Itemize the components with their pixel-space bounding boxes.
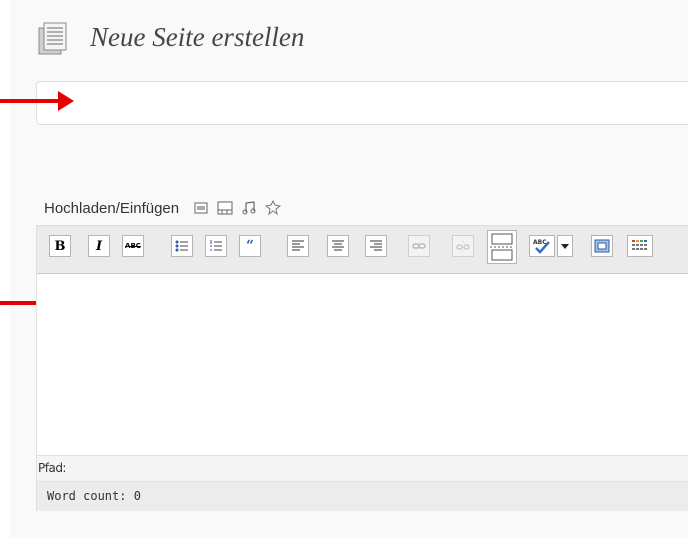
chevron-down-icon xyxy=(561,243,569,249)
bullet-list-button[interactable] xyxy=(171,235,193,257)
editor: B I ABC “ ABC Pfad: Word count: 0 xyxy=(36,225,688,511)
link-icon xyxy=(412,243,426,249)
bold-label: B xyxy=(54,238,66,254)
fullscreen-button[interactable] xyxy=(591,235,613,257)
page-title: Neue Seite erstellen xyxy=(90,22,305,52)
path-label: Pfad: xyxy=(38,461,66,475)
add-audio-icon[interactable] xyxy=(241,200,257,216)
numbered-list-button[interactable] xyxy=(205,235,227,257)
content-editor-area[interactable] xyxy=(37,274,688,455)
insert-more-button[interactable] xyxy=(487,230,517,264)
align-center-icon xyxy=(332,240,344,251)
blockquote-button[interactable]: “ xyxy=(239,235,261,257)
align-left-icon xyxy=(292,240,304,251)
align-center-button[interactable] xyxy=(327,235,349,257)
unlink-button[interactable] xyxy=(452,235,474,257)
path-bar: Pfad: xyxy=(37,455,688,481)
editor-toolbar: B I ABC “ ABC xyxy=(37,226,688,274)
strikethrough-button[interactable]: ABC xyxy=(122,235,144,257)
bullet-list-icon xyxy=(175,240,188,252)
page-icon xyxy=(38,22,68,56)
word-count: Word count: 0 xyxy=(37,481,688,511)
unlink-icon xyxy=(456,240,470,252)
spellcheck-dropdown[interactable] xyxy=(557,235,573,257)
spellcheck-button[interactable]: ABC xyxy=(529,235,555,257)
add-video-icon[interactable] xyxy=(217,200,233,216)
more-tag-icon xyxy=(490,233,514,261)
strikethrough-label: ABC xyxy=(125,242,141,250)
add-media-icon[interactable] xyxy=(265,200,282,216)
insert-link-button[interactable] xyxy=(408,235,430,257)
kitchen-sink-icon xyxy=(632,240,647,250)
italic-label: I xyxy=(95,238,103,254)
italic-button[interactable]: I xyxy=(88,235,110,257)
bold-button[interactable]: B xyxy=(49,235,71,257)
media-upload-bar: Hochladen/Einfügen xyxy=(44,197,282,219)
align-left-button[interactable] xyxy=(287,235,309,257)
align-right-icon xyxy=(370,240,382,251)
spellcheck-icon: ABC xyxy=(533,239,550,254)
align-right-button[interactable] xyxy=(365,235,387,257)
media-upload-label: Hochladen/Einfügen xyxy=(44,199,180,217)
annotation-arrow-title xyxy=(0,91,74,111)
numbered-list-icon xyxy=(210,240,222,251)
kitchen-sink-button[interactable] xyxy=(627,235,653,257)
quote-icon: “ xyxy=(245,238,255,254)
title-input[interactable] xyxy=(36,81,688,125)
add-image-icon[interactable] xyxy=(193,200,209,216)
fullscreen-icon xyxy=(594,239,610,253)
